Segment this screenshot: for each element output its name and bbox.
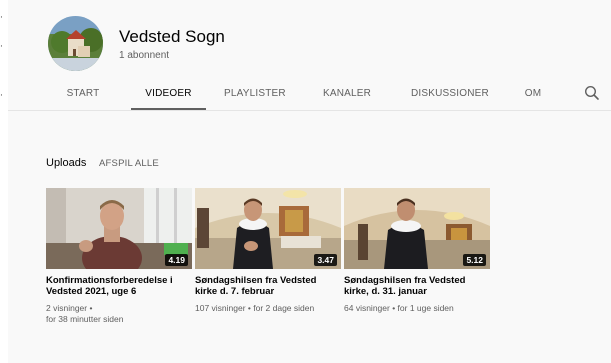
video-meta: 2 visninger • for 38 minutter siden: [46, 303, 192, 325]
search-button[interactable]: [583, 84, 601, 102]
channel-header: Vedsted Sogn 1 abonnent START VIDEOER PL…: [8, 0, 611, 110]
video-card[interactable]: 5.12 Søndagshilsen fra Vedsted kirke, d.…: [344, 188, 490, 314]
tab-kanaler[interactable]: KANALER: [323, 80, 371, 110]
channel-avatar[interactable]: [48, 16, 103, 71]
shelf-title: Uploads: [46, 157, 87, 169]
video-thumbnail[interactable]: 3.47: [195, 188, 341, 269]
tab-start[interactable]: START: [65, 80, 101, 110]
edge-glyph: ·: [0, 13, 3, 23]
video-card[interactable]: 3.47 Søndagshilsen fra Vedsted kirke d. …: [195, 188, 341, 314]
play-all-button[interactable]: AFSPIL ALLE: [99, 158, 159, 169]
video-thumbnail[interactable]: 5.12: [344, 188, 490, 269]
tab-om[interactable]: OM: [524, 80, 542, 110]
channel-name: Vedsted Sogn: [119, 27, 225, 46]
video-meta: 64 visninger • for 1 uge siden: [344, 303, 454, 313]
videos-content: Uploads AFSPIL ALLE 4.19 Konfirmationsfo…: [8, 111, 611, 363]
video-thumbnail[interactable]: 4.19: [46, 188, 192, 269]
left-edge-strip: · · ·: [0, 0, 8, 363]
video-title[interactable]: Søndagshilsen fra Vedsted kirke, d. 31. …: [344, 275, 490, 297]
video-views: 2 visninger •: [46, 303, 93, 313]
video-duration: 4.19: [165, 254, 188, 266]
tab-diskussioner[interactable]: DISKUSSIONER: [411, 80, 489, 110]
search-icon: [584, 85, 599, 100]
tab-playlister[interactable]: PLAYLISTER: [224, 80, 286, 110]
video-title[interactable]: Søndagshilsen fra Vedsted kirke d. 7. fe…: [195, 275, 341, 297]
video-meta: 107 visninger • for 2 dage siden: [195, 303, 315, 313]
video-title[interactable]: Konfirmationsforberedelse i Vedsted 2021…: [46, 275, 192, 297]
edge-glyph: ·: [0, 91, 3, 101]
video-card[interactable]: 4.19 Konfirmationsforberedelse i Vedsted…: [46, 188, 192, 325]
video-duration: 5.12: [463, 254, 486, 266]
edge-glyph: ·: [0, 42, 3, 52]
video-age: for 38 minutter siden: [46, 314, 124, 324]
video-duration: 3.47: [314, 254, 337, 266]
tab-videoer[interactable]: VIDEOER: [131, 80, 206, 110]
subscriber-count: 1 abonnent: [119, 50, 170, 61]
